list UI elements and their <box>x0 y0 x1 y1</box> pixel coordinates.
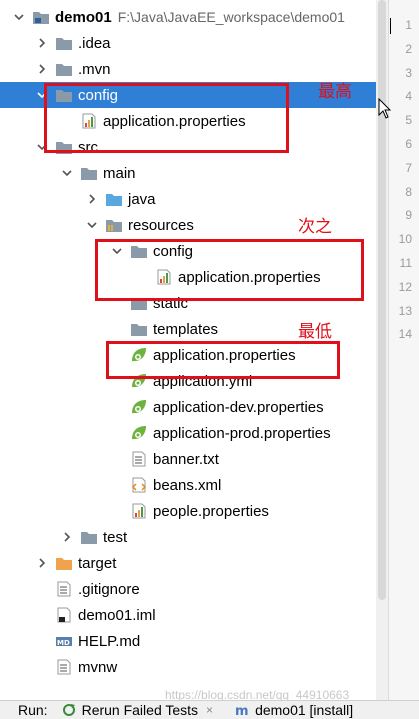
tree-item-label: application-prod.properties <box>153 424 331 442</box>
tree-item-label: target <box>78 554 117 572</box>
tree-item[interactable]: java <box>0 186 376 212</box>
spring-leaf-icon <box>130 425 148 441</box>
chevron-down-icon[interactable] <box>60 166 74 180</box>
mouse-cursor-icon <box>378 98 392 119</box>
xml-file-icon <box>130 477 148 493</box>
module-folder-icon <box>32 9 50 25</box>
folder-icon <box>55 35 73 51</box>
line-number: 3 <box>405 65 412 80</box>
tree-item[interactable]: .gitignore <box>0 576 376 602</box>
line-number: 11 <box>399 256 412 270</box>
annotation-lowest: 最低 <box>298 322 332 342</box>
chevron-right-icon[interactable] <box>35 36 49 50</box>
run-label: Run: <box>18 702 48 718</box>
tree-item[interactable]: application-prod.properties <box>0 420 376 446</box>
tree-item[interactable]: people.properties <box>0 498 376 524</box>
highlight-box-resources-root <box>106 341 340 379</box>
rerun-failed-tests-tab[interactable]: Rerun Failed Tests × <box>62 702 213 718</box>
tree-item-label: java <box>128 190 156 208</box>
svg-text:m: m <box>235 704 249 717</box>
tree-item-label: people.properties <box>153 502 269 520</box>
chevron-right-icon[interactable] <box>35 62 49 76</box>
text-file-icon <box>130 451 148 467</box>
folder-icon <box>130 321 148 337</box>
scrollbar-thumb[interactable] <box>378 0 386 600</box>
text-caret <box>390 18 391 34</box>
chevron-right-icon[interactable] <box>35 556 49 570</box>
tree-item-label: resources <box>128 216 194 234</box>
tree-item-label: application-dev.properties <box>153 398 324 416</box>
rerun-label: Rerun Failed Tests <box>81 702 199 718</box>
tree-item-label: beans.xml <box>153 476 222 494</box>
line-number: 9 <box>405 208 412 223</box>
highlight-box-config-root <box>44 83 289 153</box>
chevron-right-icon[interactable] <box>85 192 99 206</box>
tree-item[interactable]: application-dev.properties <box>0 394 376 420</box>
rerun-icon <box>62 704 75 716</box>
chevron-down-icon[interactable] <box>85 218 99 232</box>
close-tab-icon[interactable]: × <box>206 703 213 717</box>
tree-item-label: .mvn <box>78 60 111 78</box>
tree-item-label: templates <box>153 320 219 338</box>
tree-item[interactable]: beans.xml <box>0 472 376 498</box>
maven-icon: m <box>235 704 249 717</box>
spring-leaf-icon <box>130 399 148 415</box>
chevron-down-icon[interactable] <box>12 10 26 24</box>
line-number: 7 <box>405 160 412 175</box>
markdown-file-icon: MD <box>55 633 73 649</box>
tree-item-label: main <box>103 164 136 182</box>
tree-item[interactable]: demo01 F:\Java\JavaEE_workspace\demo01 <box>0 4 376 30</box>
folder-icon <box>80 529 98 545</box>
tree-item[interactable]: demo01.iml <box>0 602 376 628</box>
run-config-tab[interactable]: m demo01 [install] <box>235 702 353 718</box>
tree-item[interactable]: test <box>0 524 376 550</box>
text-file-icon <box>55 581 73 597</box>
properties-icon <box>130 503 148 519</box>
line-number: 14 <box>398 327 412 342</box>
excluded-folder-icon <box>55 555 73 571</box>
tree-item-label: HELP.md <box>78 632 141 650</box>
resources-folder-icon <box>105 217 123 233</box>
iml-file-icon <box>55 607 73 623</box>
tree-item[interactable]: mvnw <box>0 654 376 680</box>
tree-item[interactable]: target <box>0 550 376 576</box>
folder-icon <box>80 165 98 181</box>
line-number: 1 <box>405 18 412 32</box>
line-number: 2 <box>405 41 412 56</box>
line-number: 8 <box>405 184 412 199</box>
line-number: 13 <box>398 303 412 318</box>
editor-gutter: 1 2 3 4 5 6 7 8 9 10 11 12 13 14 <box>388 0 419 700</box>
line-number: 6 <box>405 137 412 151</box>
source-folder-icon <box>105 191 123 207</box>
line-number: 10 <box>398 232 412 247</box>
highlight-box-resources-config <box>95 239 364 301</box>
svg-text:MD: MD <box>57 639 70 647</box>
line-number: 12 <box>398 279 412 294</box>
tree-item-label: demo01.iml <box>78 606 156 624</box>
module-path: F:\Java\JavaEE_workspace\demo01 <box>117 9 345 25</box>
text-file-icon <box>55 659 73 675</box>
folder-icon <box>55 61 73 77</box>
tree-item-label: .idea <box>78 34 111 52</box>
tree-item-label: test <box>103 528 128 546</box>
annotation-second: 次之 <box>298 217 332 237</box>
tree-item-label: banner.txt <box>153 450 219 468</box>
tree-item[interactable]: main <box>0 160 376 186</box>
tree-item-label: .gitignore <box>78 580 140 598</box>
tree-item-label: demo01 <box>55 8 112 26</box>
annotation-highest: 最高 <box>318 82 352 102</box>
chevron-right-icon[interactable] <box>60 530 74 544</box>
tree-item-label: mvnw <box>78 658 118 676</box>
tree-item[interactable]: banner.txt <box>0 446 376 472</box>
run-tool-bar: Run: Rerun Failed Tests × m demo01 [inst… <box>0 700 419 719</box>
tree-item[interactable]: .idea <box>0 30 376 56</box>
tree-item[interactable]: MD HELP.md <box>0 628 376 654</box>
run-config-label: demo01 [install] <box>255 702 354 718</box>
